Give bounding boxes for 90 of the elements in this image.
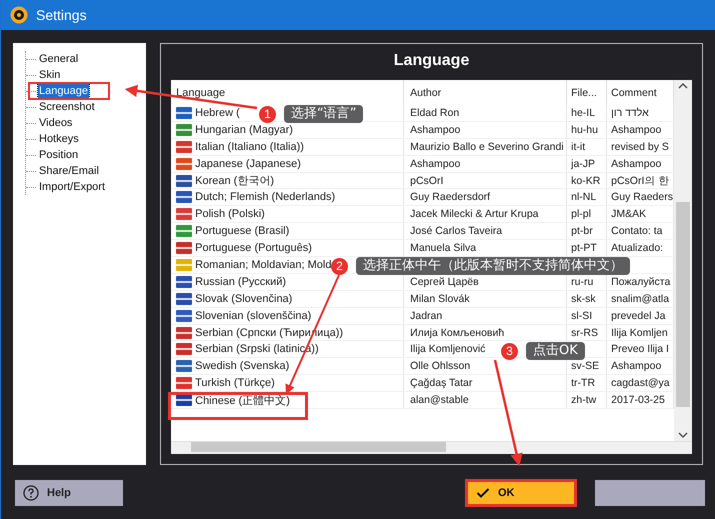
table-cell: alan@stable: [410, 394, 469, 406]
table-cell: sl-SI: [571, 310, 592, 322]
table-cell: אלדד רון: [611, 106, 649, 119]
table-cell: pt-PT: [571, 242, 597, 254]
table-cell-text: Chinese (正體中文): [195, 394, 290, 408]
table-cell: Italian (Italiano (Italia)): [195, 140, 304, 153]
column-header[interactable]: Author: [404, 80, 568, 105]
sidebar-item[interactable]: Skin: [38, 68, 62, 82]
table-cell: 2017-03-25: [611, 394, 665, 406]
table-cell: Slovenian (slovenščina): [195, 310, 312, 322]
table-cell: tr-TR: [571, 377, 596, 390]
horizontal-scrollbar[interactable]: [171, 441, 692, 454]
table-cell: Olle Ohlsson: [410, 360, 470, 372]
table-cell: José Carlos Taveira: [410, 225, 502, 238]
sidebar-item[interactable]: Screenshot: [38, 100, 96, 114]
table-cell: prevedel Ja: [611, 310, 666, 322]
table-cell: Polish (Polski): [195, 208, 265, 220]
ok-button[interactable]: OK: [465, 479, 577, 507]
table-cell: zh-tw: [571, 394, 596, 406]
table-cell: hu-hu: [571, 124, 598, 136]
annotation-callout: 点击OK: [526, 342, 585, 360]
table-cell: Portuguese (Português): [195, 242, 312, 254]
table-cell: Romanian; Moldavian; Mold: [195, 258, 332, 271]
table-cell: pl-pl: [571, 208, 591, 220]
sidebar-item[interactable]: Videos: [38, 116, 74, 130]
table-cell: Hebrew (: [195, 106, 240, 119]
table-cell: sk-sk: [571, 292, 596, 305]
table-cell: pCsOrI의 한: [611, 174, 670, 188]
table-cell: Milan Slovák: [410, 292, 470, 305]
help-icon: [23, 485, 39, 501]
table-cell: ko-KR: [571, 174, 600, 186]
table-cell: ru-ru: [571, 276, 594, 288]
table-cell: Илија Комљеновић: [410, 326, 504, 339]
table-cell: Çağdaş Tatar: [410, 377, 472, 390]
sidebar-item[interactable]: Import/Export: [38, 180, 106, 194]
table-cell: Сергей Царёв: [410, 276, 479, 288]
table-cell: sv-SE: [571, 360, 600, 372]
sidebar-item[interactable]: General: [38, 52, 80, 66]
table-cell: Contato: ta: [611, 225, 662, 238]
checkmark-icon: [476, 487, 490, 499]
table-cell: nl-NL: [571, 191, 596, 204]
table-cell: Slovak (Slovenčina): [195, 292, 292, 305]
table-cell: Ashampoo: [410, 124, 460, 136]
table-cell: Ashampoo: [611, 158, 662, 170]
sidebar-item[interactable]: Language: [38, 84, 89, 98]
table-cell: Ashampoo: [611, 124, 662, 136]
table-cell-text: Korean (한국어): [195, 174, 274, 188]
sidebar-item[interactable]: Hotkeys: [38, 132, 80, 146]
table-cell: revised by S: [611, 140, 669, 153]
column-header[interactable]: File...: [567, 80, 608, 105]
table-cell: Eldad Ron: [410, 106, 460, 119]
help-button[interactable]: Help: [15, 480, 123, 506]
cancel-button[interactable]: [595, 480, 705, 506]
table-cell: Пожалуйста: [611, 276, 670, 288]
table-cell: Ilija Komljenović: [410, 343, 486, 356]
table-cell: Guy Raedersdorf: [410, 191, 490, 204]
table-cell: he-IL: [571, 106, 596, 119]
table-cell: Ashampoo: [611, 360, 662, 372]
annotation-callout: 选择正体中午（此版本暂时不支持简体中文）: [356, 257, 630, 275]
table-cell: snalim@atla: [611, 292, 670, 305]
aperture-icon: [10, 6, 28, 24]
window-title: Settings: [36, 7, 87, 23]
table-cell: sr-RS: [571, 326, 598, 339]
table-cell: cagdast@ya: [611, 377, 670, 390]
table-cell: ja-JP: [571, 158, 596, 170]
panel-title: Language: [392, 51, 470, 71]
table-cell: Preveo Ilija I: [611, 343, 669, 356]
table-cell: Ashampoo: [410, 158, 460, 170]
table-cell: Jadran: [410, 310, 442, 322]
table-cell: it-it: [571, 140, 586, 153]
annotation-callout: 选择“语言”: [284, 105, 364, 123]
table-cell: Swedish (Svenska): [195, 360, 290, 372]
table-cell: Japanese (Japanese): [195, 158, 301, 170]
table-cell: Ilija Komljen: [611, 326, 668, 339]
table-cell: Portuguese (Brasil): [195, 225, 290, 238]
table-cell: Turkish (Türkçe): [195, 377, 275, 390]
table-cell: Guy Raeders: [611, 191, 673, 204]
vertical-scrollbar[interactable]: [674, 80, 692, 441]
table-cell: Hungarian (Magyar): [195, 124, 293, 136]
table-cell: Dutch; Flemish (Nederlands): [195, 191, 336, 204]
sidebar-item[interactable]: Position: [38, 148, 80, 162]
table-cell: JM&AK: [611, 208, 646, 220]
sidebar-item[interactable]: Share/Email: [38, 164, 100, 178]
table-cell: pCsOrI: [410, 174, 444, 186]
table-cell: Maurizio Ballo e Severino Grandi: [410, 140, 564, 153]
table-cell: pt-br: [571, 225, 593, 238]
table-cell: Russian (Русский): [195, 276, 286, 288]
table-cell: Manuela Silva: [410, 242, 476, 254]
table-cell: Atualizado:: [611, 242, 664, 254]
table-cell: Jacek Milecki & Artur Krupa: [410, 208, 539, 220]
